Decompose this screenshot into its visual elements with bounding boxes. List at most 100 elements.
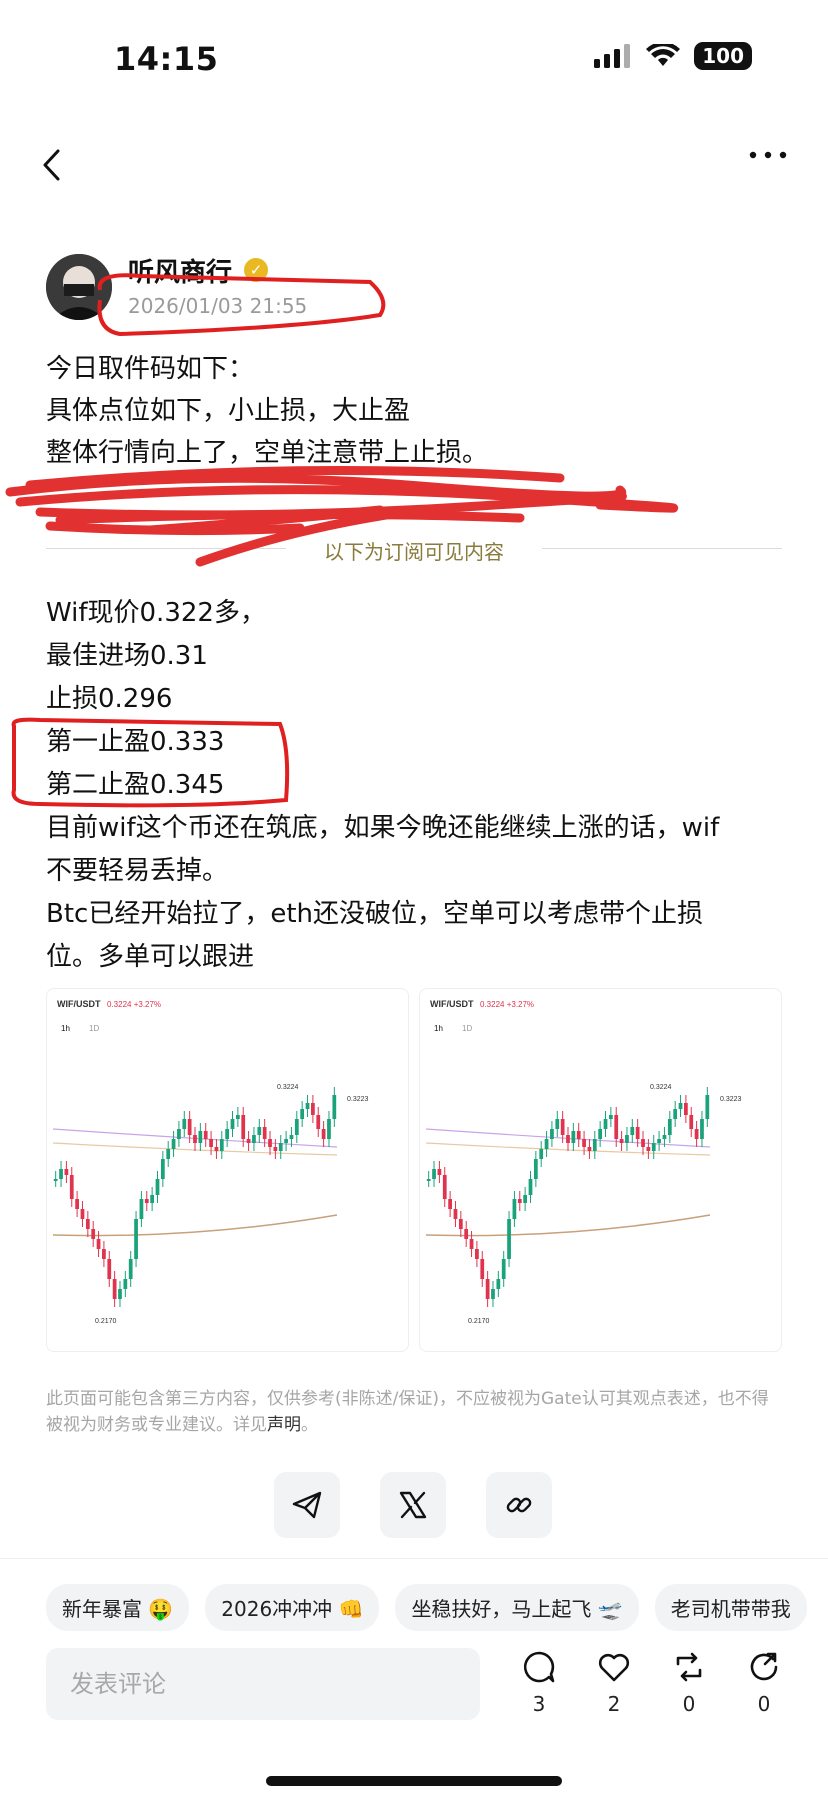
chart-candle-body: [625, 1135, 629, 1143]
chart-candle-body: [332, 1095, 337, 1119]
chart-last-label: 0.3223: [347, 1096, 369, 1103]
chart-candle-body: [458, 1219, 463, 1229]
chart-candle-body: [198, 1131, 203, 1143]
author-name[interactable]: 听风商行: [128, 252, 232, 289]
topic-tag[interactable]: 老司机带带我: [654, 1584, 807, 1631]
chart-candle-body: [705, 1095, 710, 1119]
chart-last-label: 0.3223: [720, 1096, 742, 1103]
chart-pair-label: WIF/USDT: [430, 999, 474, 1009]
chart-candle-body: [278, 1143, 283, 1151]
chart-candle-body: [608, 1115, 613, 1119]
chart-candle-body: [177, 1129, 181, 1139]
chart-candle-body: [219, 1139, 224, 1151]
status-time: 14:15: [114, 40, 219, 78]
chart-candle-body: [59, 1169, 63, 1179]
chart-candle-body: [619, 1139, 624, 1143]
chart-candle-body: [603, 1119, 608, 1129]
disclaimer-link[interactable]: 声明: [267, 1415, 301, 1435]
chart-candle-body: [69, 1175, 74, 1199]
chart-candle-body: [284, 1139, 288, 1143]
chart-image-1[interactable]: WIF/USDT 0.3224 +3.27% 1h 1D 0.3224 0.3223 0.2…: [46, 988, 409, 1352]
avatar[interactable]: [46, 254, 112, 320]
chart-candle-body: [512, 1199, 517, 1219]
chart-candle-body: [160, 1159, 165, 1179]
chart-candle-body: [134, 1219, 138, 1259]
repost-icon: [676, 1652, 702, 1682]
chart-candle-body: [252, 1135, 256, 1143]
post-text-line: Btc已经开始拉了，eth还没破位，空单可以考虑带个止损: [46, 899, 703, 929]
copy-link-button[interactable]: [486, 1472, 552, 1538]
chart-candle-body: [587, 1147, 592, 1151]
repost-button[interactable]: 0: [664, 1650, 714, 1716]
chart-candle-body: [566, 1135, 570, 1143]
link-icon: [506, 1497, 532, 1513]
post-timestamp: 2026/01/03 21:55: [128, 294, 308, 318]
topic-tag[interactable]: 新年暴富 🤑: [46, 1584, 190, 1631]
chart-candle-body: [555, 1119, 560, 1129]
chart-candle-body: [144, 1199, 149, 1203]
wifi-icon: [646, 44, 681, 66]
post-text-line: 具体点位如下，小止损，大止盈: [46, 396, 411, 426]
like-icon: [598, 1653, 630, 1682]
like-count: 2: [607, 1692, 621, 1716]
chart-candle-body: [700, 1119, 704, 1139]
chart-candle-body: [507, 1219, 511, 1259]
chart-candle-body: [550, 1129, 554, 1139]
share-x-button[interactable]: [380, 1472, 446, 1538]
chart-candle-body: [667, 1119, 672, 1135]
chart-candle-body: [91, 1229, 96, 1239]
comment-input[interactable]: 发表评论: [46, 1648, 480, 1720]
chart-candle-body: [614, 1115, 619, 1139]
like-button[interactable]: 2: [589, 1650, 639, 1716]
share-telegram-button[interactable]: [274, 1472, 340, 1538]
chart-candle-body: [300, 1109, 305, 1119]
status-icons: 100: [594, 42, 752, 70]
chart-candle-body: [651, 1143, 656, 1151]
chart-price-label: 0.3224 +3.27%: [107, 1000, 161, 1009]
battery-indicator: 100: [694, 42, 752, 70]
chart-candle-body: [64, 1169, 69, 1175]
chart-candle-body: [501, 1259, 506, 1279]
chart-candle-body: [689, 1115, 694, 1129]
comment-button[interactable]: 3: [514, 1650, 564, 1716]
post-text-line: 不要轻易丢掉。: [46, 856, 229, 886]
chart-candle-body: [475, 1249, 479, 1259]
chart-candle-body: [694, 1129, 699, 1139]
chart-candle-body: [327, 1119, 331, 1139]
telegram-icon: [292, 1491, 322, 1519]
chart-candle-body: [53, 1179, 58, 1181]
chart-timeframe-tab: 1D: [89, 1024, 99, 1033]
chart-ma-line: [52, 1214, 338, 1237]
more-icon[interactable]: [748, 150, 788, 160]
chart-candle-body: [305, 1103, 310, 1109]
post-text-line: Wif现价0.322多，: [46, 598, 266, 628]
back-icon[interactable]: [40, 148, 64, 182]
chart-candle-body: [426, 1179, 431, 1181]
chart-candle-body: [225, 1129, 230, 1139]
share-icon: [750, 1652, 778, 1681]
chart-high-label: 0.3224: [277, 1084, 299, 1091]
post-text-line: 位。多单可以跟进: [46, 942, 255, 972]
chart-candle-body: [533, 1159, 538, 1179]
share-button[interactable]: 0: [739, 1650, 789, 1716]
chart-image-2[interactable]: WIF/USDT 0.3224 +3.27% 1h 1D 0.3224 0.3223 0.2…: [419, 988, 782, 1352]
post-text-line: 目前wif这个币还在筑底，如果今晚还能继续上涨的话，wif: [46, 813, 720, 843]
chart-candle-body: [257, 1127, 262, 1135]
post-text-line: 今日取件码如下：: [46, 354, 255, 384]
post-text-line: 第一止盈0.333: [46, 727, 225, 757]
topic-tag[interactable]: 坐稳扶好，马上起飞 🛫: [395, 1584, 639, 1631]
chart-candle-body: [187, 1119, 192, 1135]
chart-candle-body: [523, 1195, 528, 1203]
disclaimer: 此页面可能包含第三方内容，仅供参考(非陈述/保证)，不应被视为Gate认可其观点…: [46, 1386, 782, 1438]
chart-timeframe-tab: 1D: [462, 1024, 472, 1033]
topic-tag[interactable]: 2026冲冲冲 👊: [205, 1584, 380, 1631]
verified-icon: ✓: [244, 258, 268, 282]
chart-candle-body: [598, 1129, 603, 1139]
chart-candle-body: [496, 1279, 501, 1289]
chart-candle-body: [246, 1139, 251, 1143]
x-icon: [399, 1491, 427, 1519]
chart-candle-body: [464, 1229, 469, 1239]
chart-candle-body: [448, 1199, 452, 1209]
chart-candle-body: [214, 1147, 219, 1151]
chart-ma-line: [425, 1214, 711, 1237]
